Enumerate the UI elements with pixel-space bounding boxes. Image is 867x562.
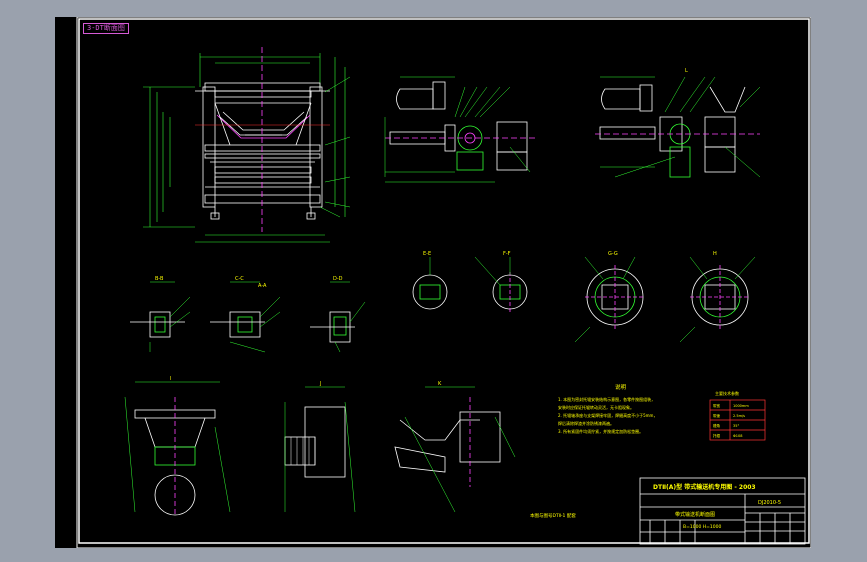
section-label: L [685, 68, 688, 74]
title-block-name: 带式输送机断面图 [675, 511, 715, 518]
spec-key: 托辊 [713, 433, 721, 438]
cad-drawing: A-A B-B C-C D-D E-E F-F G-G H I J K L 说明… [76, 17, 811, 548]
reference-note: 本图与图号DTⅡ-1 配套 [530, 512, 576, 519]
section-label: K [438, 381, 442, 387]
note-line: 安装时应保证托辊转动灵活，无卡阻现象。 [558, 404, 634, 410]
spec-key: 带速 [713, 413, 721, 418]
title-block-drawing-no: DJ2010-5 [758, 500, 781, 506]
section-label: C-C [235, 276, 244, 282]
spec-value: 35° [733, 424, 739, 428]
spec-value: Φ108 [733, 434, 742, 438]
section-label: B-B [155, 276, 164, 282]
note-line: 1. 本图为密封托辊安装结构示意图，各零件按图组装， [558, 396, 655, 402]
section-label: F-F [503, 251, 511, 257]
main-cross-section [143, 47, 351, 243]
detail-bearing-right [595, 76, 761, 178]
bottom-details [124, 381, 516, 517]
spec-key: 槽角 [713, 423, 721, 428]
small-sections [130, 281, 366, 353]
spec-key: 带宽 [713, 403, 721, 408]
section-label: H [713, 251, 717, 257]
notes-title: 说明 [615, 383, 627, 391]
spec-value: 2.5m/s [733, 414, 745, 418]
note-line: 焊后清除焊渣并涂防锈漆两遍。 [558, 420, 614, 426]
note-line: 3. 所有紧固件均须拧紧，并按规定加防松垫圈。 [558, 428, 643, 434]
title-block-spec: B=1000 H=1000 [683, 524, 721, 530]
section-label: E-E [423, 251, 431, 257]
drawing-viewport[interactable]: 3-DT断面图 A-A B-B C-C D-D E-E F-F G-G H I … [55, 17, 811, 548]
spec-table-title: 主要技术参数 [715, 390, 739, 396]
detail-bearing-left [384, 76, 535, 183]
section-label: A-A [258, 283, 267, 289]
section-label: D-D [333, 276, 343, 282]
inner-frame [78, 18, 810, 544]
section-circles [412, 256, 756, 343]
section-label: G-G [608, 251, 618, 257]
spec-value: 1000mm [733, 404, 749, 408]
title-block-org: DTⅡ(A)型 带式输送机专用图 - 2003 [653, 483, 756, 491]
section-label: I [170, 376, 171, 382]
section-label: J [319, 381, 321, 387]
note-line: 2. 托辊轴承座与支架焊接牢固，焊缝高度不小于5mm， [558, 412, 657, 418]
